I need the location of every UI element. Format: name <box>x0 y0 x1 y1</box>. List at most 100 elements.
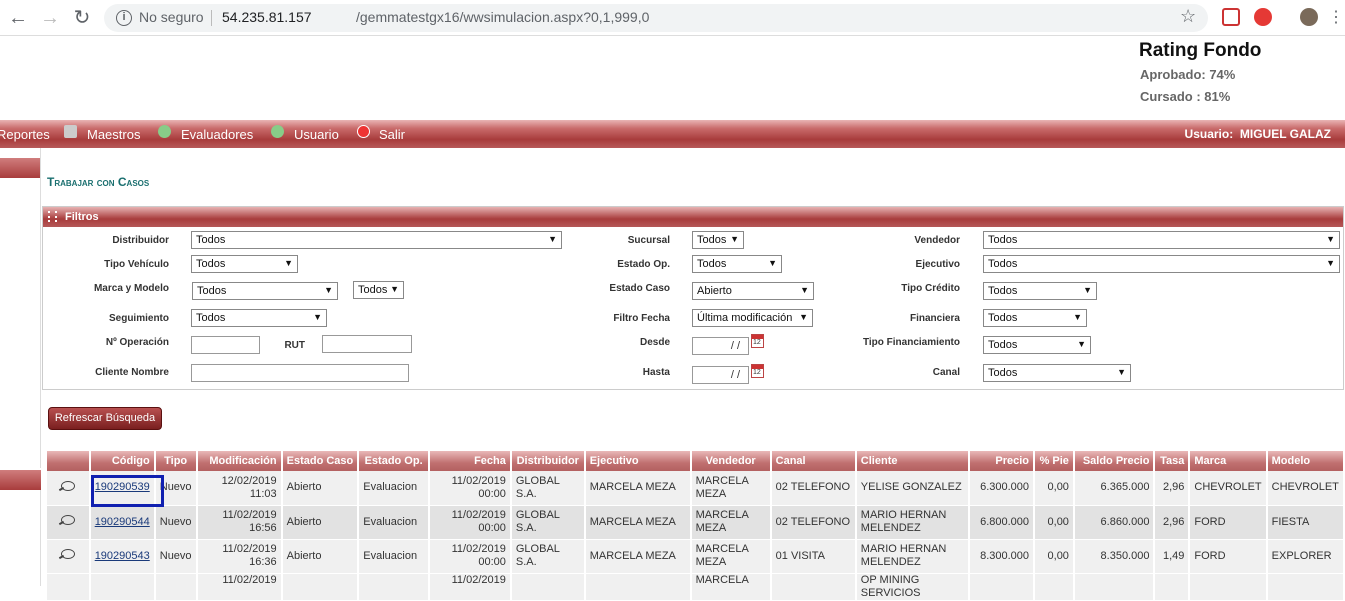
cell-distribuidor: GLOBAL S.A. <box>510 539 586 574</box>
divider <box>40 148 41 468</box>
cell-fecha: 11/02/2019 00:00 <box>428 471 512 506</box>
menu-reportes[interactable]: Reportes <box>0 127 50 142</box>
cell-fecha: 11/02/2019 00:00 <box>428 539 512 574</box>
select-canal[interactable]: Todos <box>983 364 1131 382</box>
results-table: Código Tipo Modificación Estado Caso Est… <box>47 451 1345 601</box>
select-financiera[interactable]: Todos <box>983 309 1087 327</box>
select-distribuidor[interactable]: Todos <box>191 231 562 249</box>
info-icon[interactable]: i <box>116 10 132 26</box>
select-tipo-credito[interactable]: Todos <box>983 282 1097 300</box>
filters-title: Filtros <box>65 211 99 223</box>
calendar-icon[interactable] <box>751 334 764 348</box>
menu-usuario[interactable]: Usuario <box>294 127 339 142</box>
avatar[interactable] <box>1300 8 1318 26</box>
col-vendedor[interactable]: Vendedor <box>690 451 772 471</box>
input-cliente-nombre[interactable] <box>191 364 409 382</box>
label-distribuidor: Distribuidor <box>112 235 169 246</box>
back-icon[interactable]: ← <box>6 6 30 30</box>
cell-cliente: OP MINING SERVICIOS <box>855 573 970 601</box>
cell-precio: 8.300.000 <box>968 539 1036 574</box>
menu-evaluadores[interactable]: Evaluadores <box>181 127 253 142</box>
calendar-icon[interactable] <box>751 364 764 378</box>
col-ejecutivo[interactable]: Ejecutivo <box>584 451 692 471</box>
select-modelo[interactable]: Todos <box>353 281 404 299</box>
col-fecha[interactable]: Fecha <box>428 451 512 471</box>
label-rut: RUT <box>284 340 305 351</box>
col-marca[interactable]: Marca <box>1189 451 1268 471</box>
pdf-extension-icon[interactable] <box>1222 8 1240 26</box>
select-vendedor[interactable]: Todos <box>983 231 1340 249</box>
extension-icon[interactable] <box>1254 8 1272 26</box>
input-rut[interactable] <box>322 335 412 353</box>
rating-cursado: Cursado : 81% <box>1140 89 1231 104</box>
select-estado-op[interactable]: Todos <box>692 255 782 273</box>
cell-fecha: 11/02/2019 <box>428 573 512 601</box>
col-distribuidor[interactable]: Distribuidor <box>510 451 586 471</box>
select-tipo-financiamiento[interactable]: Todos <box>983 336 1091 354</box>
select-seguimiento[interactable]: Todos <box>191 309 327 327</box>
database-icon <box>64 125 77 138</box>
cell-pie: 0,00 <box>1034 505 1075 540</box>
forward-icon[interactable]: → <box>38 6 62 30</box>
table-header-row: Código Tipo Modificación Estado Caso Est… <box>47 451 1345 471</box>
divider <box>211 10 212 26</box>
highlight-box <box>91 475 164 507</box>
col-estado-op[interactable]: Estado Op. <box>358 451 430 471</box>
col-estado-caso[interactable]: Estado Caso <box>281 451 360 471</box>
select-row-icon[interactable] <box>60 549 75 559</box>
select-tipo-vehiculo[interactable]: Todos <box>191 255 298 273</box>
label-tipo-financiamiento: Tipo Financiamiento <box>862 337 960 348</box>
row-select-cell[interactable] <box>47 471 91 506</box>
col-pie[interactable]: % Pie <box>1034 451 1075 471</box>
col-tipo[interactable]: Tipo <box>154 451 198 471</box>
select-sucursal[interactable]: Todos <box>692 231 744 249</box>
label-estado-caso: Estado Caso <box>609 283 670 294</box>
refresh-search-button[interactable]: Refrescar Búsqueda <box>48 407 162 430</box>
url-path: /gemmatestgx16/wwsimulacion.aspx?0,1,999… <box>356 9 650 25</box>
cell-modelo: FIESTA <box>1266 505 1345 540</box>
col-canal[interactable]: Canal <box>770 451 857 471</box>
col-cliente[interactable]: Cliente <box>855 451 970 471</box>
input-nro-operacion[interactable] <box>191 336 260 354</box>
menu-maestros[interactable]: Maestros <box>87 127 140 142</box>
row-select-cell[interactable] <box>47 573 91 601</box>
codigo-link[interactable]: 190290544 <box>95 516 150 528</box>
address-bar[interactable]: i No seguro 54.235.81.157 /gemmatestgx16… <box>104 4 1208 32</box>
cell-canal: 02 TELEFONO <box>770 505 857 540</box>
col-tasa[interactable]: Tasa <box>1154 451 1191 471</box>
more-menu-icon[interactable]: ⋮ <box>1328 6 1344 30</box>
row-select-cell[interactable] <box>47 539 91 574</box>
cell-ejecutivo: MARCELA MEZA <box>584 505 692 540</box>
col-modificacion[interactable]: Modificación <box>196 451 283 471</box>
cell-cliente: MARIO HERNAN MELENDEZ <box>855 539 970 574</box>
input-hasta[interactable]: / / <box>692 366 749 384</box>
cell-saldo: 6.860.000 <box>1073 505 1156 540</box>
row-select-cell[interactable] <box>47 505 91 540</box>
bookmark-star-icon[interactable]: ☆ <box>1180 6 1196 27</box>
cell-codigo: 190290543 <box>89 539 156 574</box>
select-row-icon[interactable] <box>60 515 75 525</box>
input-desde[interactable]: / / <box>692 337 749 355</box>
select-filtro-fecha[interactable]: Última modificación <box>692 309 813 327</box>
cell-modelo: EXPLORER <box>1266 539 1345 574</box>
divider <box>40 490 41 586</box>
menu-bar: Reportes Maestros Evaluadores Usuario Sa… <box>0 120 1345 148</box>
cell-vendedor: MARCELA MEZA <box>690 505 772 540</box>
cell-fecha: 11/02/2019 00:00 <box>428 505 512 540</box>
cell-vendedor: MARCELA <box>690 573 772 601</box>
cell-vendedor: MARCELA MEZA <box>690 539 772 574</box>
select-row-icon[interactable] <box>60 480 75 491</box>
cell-precio: 6.300.000 <box>968 471 1036 506</box>
select-marca[interactable]: Todos <box>192 282 338 300</box>
select-ejecutivo[interactable]: Todos <box>983 255 1340 273</box>
select-estado-caso[interactable]: Abierto <box>692 282 814 300</box>
col-saldo-precio[interactable]: Saldo Precio <box>1073 451 1156 471</box>
menu-salir[interactable]: Salir <box>379 127 405 142</box>
col-codigo[interactable]: Código <box>89 451 156 471</box>
col-precio[interactable]: Precio <box>968 451 1036 471</box>
table-row: 190290544 Nuevo 11/02/2019 16:56 Abierto… <box>47 505 1345 540</box>
codigo-link[interactable]: 190290543 <box>95 550 150 562</box>
reload-icon[interactable]: ↻ <box>70 6 94 30</box>
col-modelo[interactable]: Modelo <box>1266 451 1345 471</box>
cell-estado-caso: Abierto <box>281 471 360 506</box>
